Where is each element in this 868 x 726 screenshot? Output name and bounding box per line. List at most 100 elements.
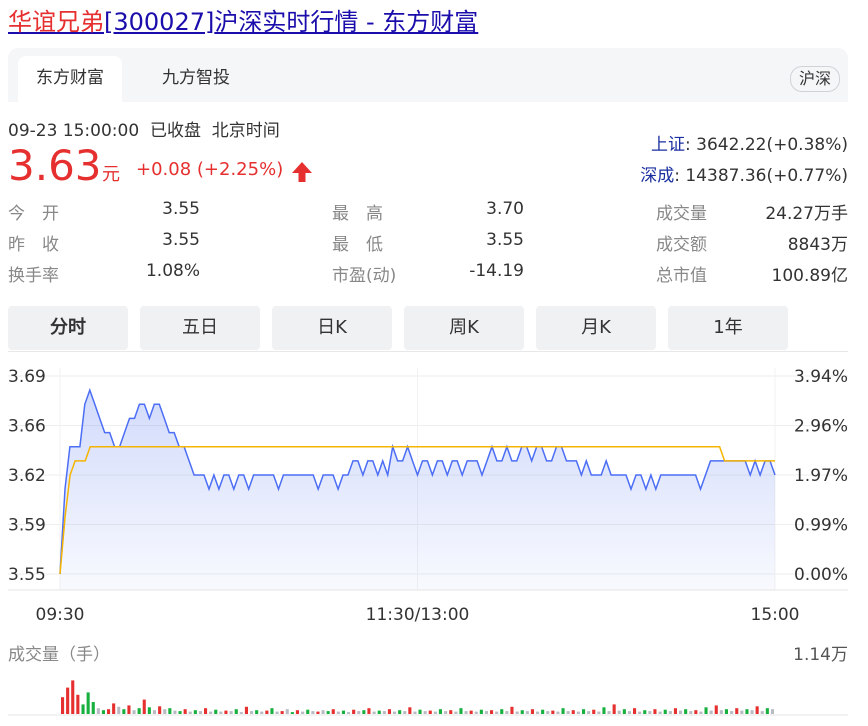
volume-bar [684,709,688,714]
y-right-tick-label: 0.00% [794,565,848,585]
volume-bar [423,711,427,714]
volume-bar [408,707,412,714]
volume-bar [137,708,141,714]
volume-bar [484,711,488,714]
volume-bar [66,687,70,714]
volume-bar [428,710,432,714]
volume-bar [433,711,437,714]
volume-bar [112,703,116,714]
volume-bar [541,709,545,714]
period-intraday-button[interactable]: 分时 [8,306,128,350]
volume-bar [362,710,366,714]
index-sz[interactable]: 深成: 14387.36(+0.77%) [640,161,848,186]
volume-bar [627,711,631,714]
volume-bar [592,709,596,714]
volume-bar [403,711,407,714]
volume-bar [479,709,483,714]
x-tick-label: 09:30 [36,605,85,625]
volume-bar [469,710,473,714]
volume-bar [357,711,361,714]
volume-bar [142,699,146,714]
volume-bar [755,706,759,714]
volume-bar [311,711,315,714]
stock-code: [300027] [104,8,215,36]
tab-jiufang[interactable]: 九方智投 [144,56,248,102]
volume-bar [668,711,672,714]
volume-bar [377,710,381,714]
volume-bar [745,709,749,714]
y-right-tick-label: 2.96% [794,417,848,437]
turnover-label: 换手率 [8,266,59,286]
volume-bar [255,710,259,714]
volume-bar [117,706,121,714]
volume-bar [699,711,703,714]
volume-bar [449,710,453,714]
volume-bar [214,709,218,714]
volume-bar [387,709,391,714]
volume-bar [597,711,601,714]
period-5day-button[interactable]: 五日 [140,306,260,350]
prev-close-label: 昨 收 [8,235,59,255]
period-1year-button[interactable]: 1年 [668,306,788,350]
volume-bar [290,712,294,714]
page-title[interactable]: 华谊兄弟[300027]沪深实时行情 - 东方财富 [8,4,478,40]
market-badge[interactable]: 沪深 [789,66,840,92]
index-sh-value: : 3642.22(+0.38%) [685,135,848,155]
period-daily-k-button[interactable]: 日K [272,306,392,350]
volume-bar [663,709,667,714]
volume-bar [724,709,728,714]
intraday-chart[interactable]: 3.69 3.94% 3.66 2.96% 3.62 1.97% 3.59 0.99% 3.55… [0,352,868,626]
index-sh-name: 上证 [651,135,686,155]
volume-bar [673,708,677,714]
volume-bar [224,710,228,714]
volume-bar [770,709,774,714]
volume-bar [96,708,100,714]
period-monthly-k-button[interactable]: 月K [536,306,656,350]
volume-bar [490,710,494,714]
quote-meta: 09-23 15:00:00 已收盘 北京时间 [8,116,280,141]
volume-bar [91,702,95,714]
y-left-tick-label: 3.62 [8,466,46,486]
volume-bar [71,680,75,714]
volume-bar [633,708,637,714]
tab-eastmoney[interactable]: 东方财富 [18,56,122,102]
volume-bar [275,711,279,714]
volume-bar [193,710,197,714]
volume-bar [260,711,264,714]
y-left-tick-label: 3.66 [8,417,46,437]
amount-value: 8843万 [787,235,848,255]
turnover-value: 1.08% [145,261,200,281]
volume-bar [474,711,478,714]
volume-bar [107,709,111,714]
change-pct: (+2.25%) [196,159,284,180]
volume-bar [204,708,208,714]
volume-bar [219,711,223,714]
up-arrow-icon [292,162,312,182]
volume-bar [459,708,463,714]
volume-bar [658,711,662,714]
volume-bar [582,709,586,714]
volume-bar [178,711,182,714]
volume-bar [679,710,683,714]
volume-bar [418,709,422,714]
volume-bar [602,707,606,714]
volume-bar [500,709,504,714]
volume-bar [372,711,376,714]
y-right-tick-label: 1.97% [794,466,848,486]
volume-bar [295,710,299,714]
volume-chart[interactable] [0,660,868,726]
y-left-tick-label: 3.69 [8,367,46,387]
volume-bar [127,705,131,714]
volume-bar [173,710,177,714]
volume-bar [413,711,417,714]
page-title-link[interactable]: 华谊兄弟[300027]沪深实时行情 - 东方财富 [8,8,478,36]
x-tick-label: 11:30/13:00 [366,605,470,625]
volume-bar [730,711,734,714]
volume-bar [122,709,126,714]
volume-bar [321,710,325,714]
volume-bar [510,706,514,714]
index-sh[interactable]: 上证: 3642.22(+0.38%) [651,130,848,155]
volume-bar [714,705,718,714]
volume-bar [132,710,136,714]
period-weekly-k-button[interactable]: 周K [404,306,524,350]
